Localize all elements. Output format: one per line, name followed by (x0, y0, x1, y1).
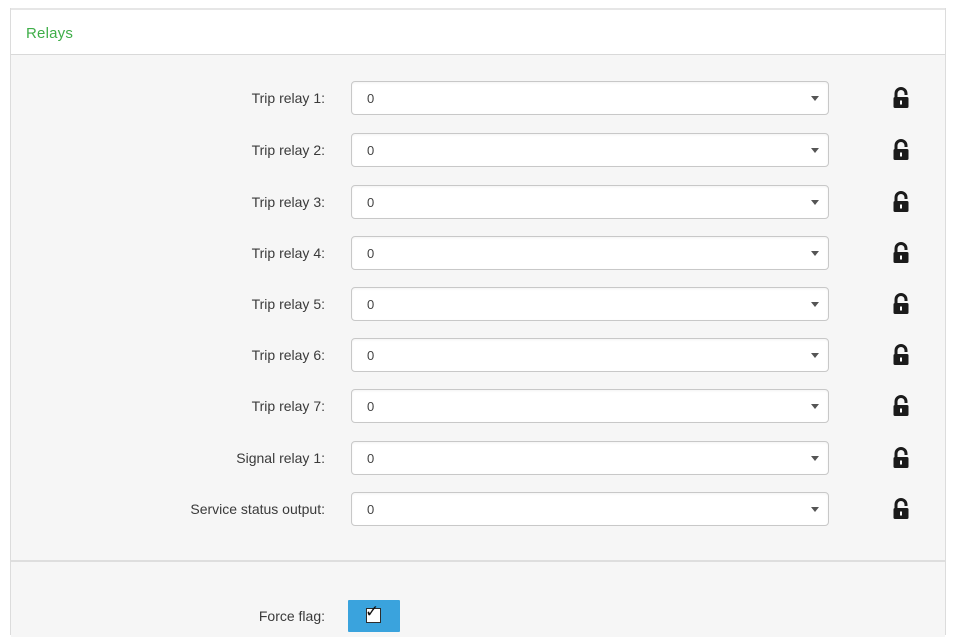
select-value: 0 (367, 348, 375, 363)
relay-select-trip-5[interactable]: 0 (351, 287, 829, 321)
lock-icon[interactable] (891, 498, 911, 520)
force-flag-section: Force flag: ✓ (11, 560, 945, 637)
relay-label: Trip relay 1: (251, 90, 325, 106)
select-value: 0 (367, 246, 375, 261)
lock-icon[interactable] (891, 344, 911, 366)
select-value: 0 (367, 143, 375, 158)
select-value: 0 (367, 502, 375, 517)
relay-row-trip-4: Trip relay 4: 0 (11, 236, 945, 270)
lock-icon[interactable] (891, 87, 911, 109)
lock-icon[interactable] (891, 293, 911, 315)
chevron-down-icon (811, 456, 819, 461)
relay-select-trip-7[interactable]: 0 (351, 389, 829, 423)
force-flag-label: Force flag: (258, 608, 325, 624)
panel-title: Relays (26, 25, 74, 42)
chevron-down-icon (811, 404, 819, 409)
chevron-down-icon (811, 148, 819, 153)
select-value: 0 (367, 91, 375, 106)
relay-row-trip-7: Trip relay 7: 0 (11, 389, 945, 423)
select-value: 0 (367, 399, 375, 414)
lock-icon[interactable] (891, 395, 911, 417)
relay-row-trip-3: Trip relay 3: 0 (11, 185, 945, 219)
relay-label: Trip relay 6: (251, 347, 325, 363)
chevron-down-icon (811, 96, 819, 101)
lock-icon[interactable] (891, 139, 911, 161)
relays-panel: Relays Trip relay 1: 0 Trip relay 2: 0 T… (10, 8, 946, 637)
force-flag-checkbox[interactable]: ✓ (348, 600, 400, 632)
relay-label: Service status output: (190, 501, 325, 517)
relay-row-trip-1: Trip relay 1: 0 (11, 81, 945, 115)
lock-icon[interactable] (891, 242, 911, 264)
relay-select-trip-1[interactable]: 0 (351, 81, 829, 115)
lock-icon[interactable] (891, 191, 911, 213)
select-value: 0 (367, 451, 375, 466)
relay-select-signal-1[interactable]: 0 (351, 441, 829, 475)
chevron-down-icon (811, 200, 819, 205)
relay-row-trip-6: Trip relay 6: 0 (11, 338, 945, 372)
relay-select-trip-4[interactable]: 0 (351, 236, 829, 270)
relay-select-trip-6[interactable]: 0 (351, 338, 829, 372)
relay-label: Trip relay 5: (251, 296, 325, 312)
chevron-down-icon (811, 302, 819, 307)
lock-icon[interactable] (891, 447, 911, 469)
relay-label: Trip relay 2: (251, 142, 325, 158)
relay-select-trip-3[interactable]: 0 (351, 185, 829, 219)
relay-row-trip-2: Trip relay 2: 0 (11, 133, 945, 167)
relay-select-service-status[interactable]: 0 (351, 492, 829, 526)
relay-row-trip-5: Trip relay 5: 0 (11, 287, 945, 321)
relay-select-trip-2[interactable]: 0 (351, 133, 829, 167)
relay-row-signal-1: Signal relay 1: 0 (11, 441, 945, 475)
relay-row-service-status: Service status output: 0 (11, 492, 945, 526)
chevron-down-icon (811, 251, 819, 256)
select-value: 0 (367, 297, 375, 312)
relay-label: Trip relay 7: (251, 398, 325, 414)
chevron-down-icon (811, 353, 819, 358)
check-icon: ✓ (365, 602, 380, 621)
relay-label: Trip relay 4: (251, 245, 325, 261)
relay-label: Trip relay 3: (251, 194, 325, 210)
panel-header: Relays (11, 8, 945, 55)
chevron-down-icon (811, 507, 819, 512)
select-value: 0 (367, 195, 375, 210)
relay-label: Signal relay 1: (236, 450, 325, 466)
